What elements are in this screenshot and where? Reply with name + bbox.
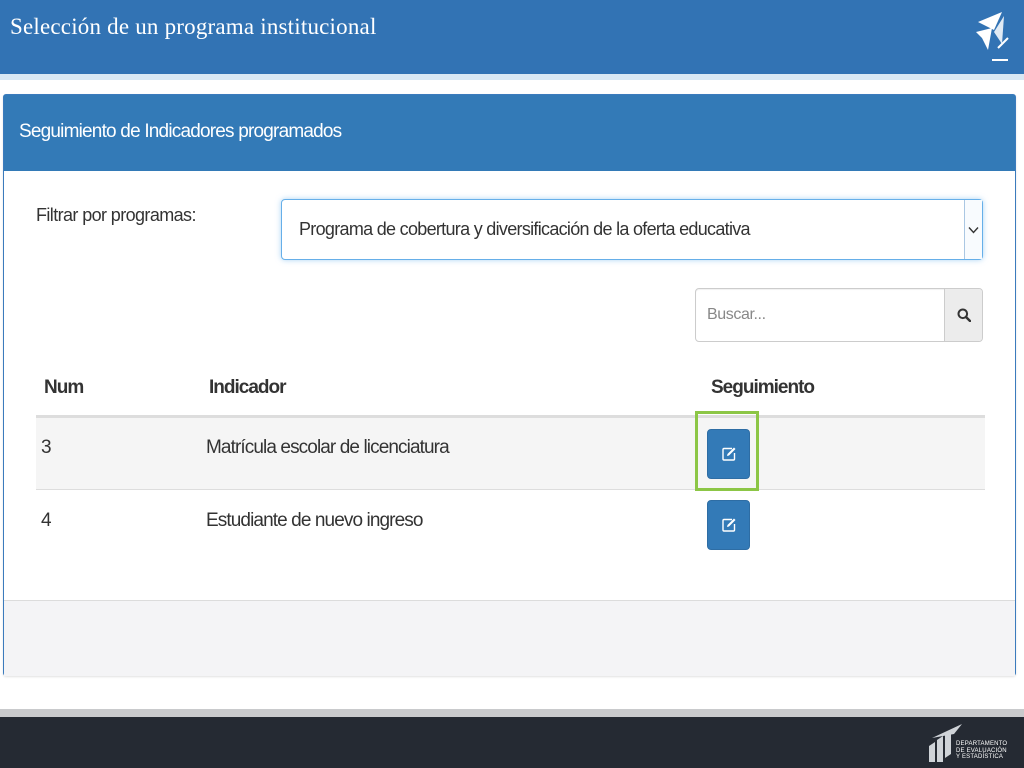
- select-arrow[interactable]: [964, 200, 982, 259]
- filter-label: Filtrar por programas:: [36, 205, 196, 225]
- search-input[interactable]: [696, 289, 944, 341]
- search-group: [695, 288, 983, 342]
- search-icon: [957, 308, 971, 322]
- program-select[interactable]: Programa de cobertura y diversificación …: [281, 199, 983, 260]
- department-line: DEPARTAMENTO: [956, 741, 1008, 747]
- column-header-num: Num: [44, 377, 84, 398]
- table-row: 4 Estudiante de nuevo ingreso: [36, 491, 985, 563]
- slide-header: Selección de un programa institucional: [0, 0, 1024, 74]
- chevron-down-icon: [968, 226, 979, 234]
- highlight-annotation: [695, 411, 759, 491]
- panel-heading: Seguimiento de Indicadores programados: [4, 95, 1015, 171]
- institution-logo-icon: [976, 12, 1009, 61]
- panel-title: Seguimiento de Indicadores programados: [19, 121, 342, 142]
- table-row: 3 Matrícula escolar de licenciatura: [36, 418, 985, 490]
- indicators-panel: Seguimiento de Indicadores programados F…: [3, 94, 1016, 676]
- program-select-value: Programa de cobertura y diversificación …: [299, 219, 751, 239]
- header-strip: [0, 74, 1024, 80]
- bottom-band: [0, 717, 1024, 768]
- row-indicador: Estudiante de nuevo ingreso: [206, 510, 423, 531]
- panel-footer: [4, 600, 1015, 676]
- column-header-indicador: Indicador: [209, 377, 287, 398]
- row-num: 4: [41, 510, 52, 531]
- slide-title: Selección de un programa institucional: [10, 14, 377, 39]
- bottom-divider: [0, 709, 1024, 717]
- edit-seguimiento-button[interactable]: [707, 500, 750, 550]
- department-line: Y ESTADÍSTICA: [956, 754, 1004, 760]
- row-num: 3: [41, 437, 52, 458]
- search-button[interactable]: [944, 289, 982, 341]
- edit-icon: [721, 518, 735, 532]
- column-header-seguimiento: Seguimiento: [711, 377, 815, 398]
- department-name: DEPARTAMENTO DE EVALUACIÓN Y ESTADÍSTICA: [956, 741, 1007, 761]
- row-indicador: Matrícula escolar de licenciatura: [206, 437, 450, 458]
